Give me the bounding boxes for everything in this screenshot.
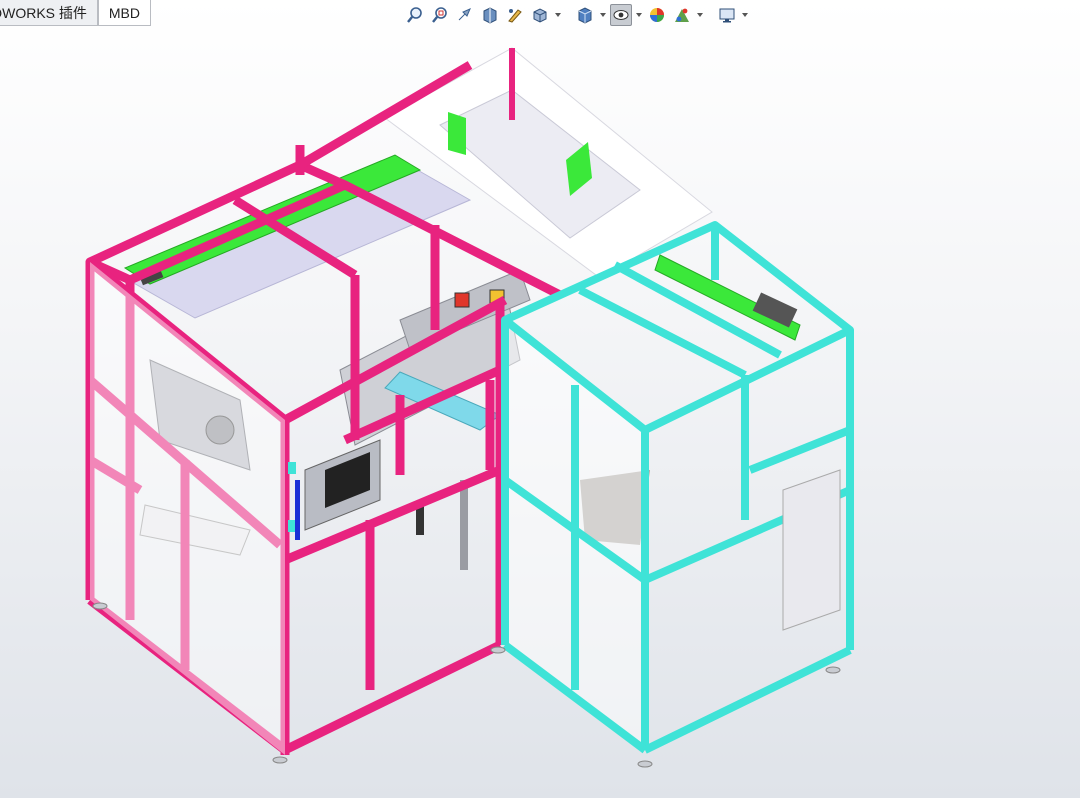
heads-up-view-toolbar bbox=[404, 3, 749, 27]
dynamic-annotation-view-icon[interactable] bbox=[504, 4, 526, 26]
view-settings-dropdown[interactable] bbox=[741, 4, 749, 26]
view-orientation-dropdown[interactable] bbox=[554, 4, 562, 26]
view-settings-icon[interactable] bbox=[716, 4, 738, 26]
edit-appearance-icon[interactable] bbox=[646, 4, 668, 26]
display-style-icon[interactable] bbox=[574, 4, 596, 26]
zoom-to-fit-icon[interactable] bbox=[404, 4, 426, 26]
apply-scene-icon[interactable] bbox=[671, 4, 693, 26]
section-view-icon[interactable] bbox=[479, 4, 501, 26]
tab-solidworks-addins[interactable]: DWORKS 插件 bbox=[0, 0, 98, 26]
apply-scene-dropdown[interactable] bbox=[696, 4, 704, 26]
cad-assembly-model bbox=[85, 47, 854, 768]
previous-view-icon[interactable] bbox=[454, 4, 476, 26]
view-orientation-icon[interactable] bbox=[529, 4, 551, 26]
zoom-to-area-icon[interactable] bbox=[429, 4, 451, 26]
command-manager-tabs: DWORKS 插件 MBD bbox=[0, 0, 152, 27]
hide-show-items-dropdown[interactable] bbox=[635, 4, 643, 26]
display-style-dropdown[interactable] bbox=[599, 4, 607, 26]
graphics-area[interactable] bbox=[0, 28, 1080, 798]
tab-mbd[interactable]: MBD bbox=[97, 0, 152, 26]
hide-show-items-icon[interactable] bbox=[610, 4, 632, 26]
